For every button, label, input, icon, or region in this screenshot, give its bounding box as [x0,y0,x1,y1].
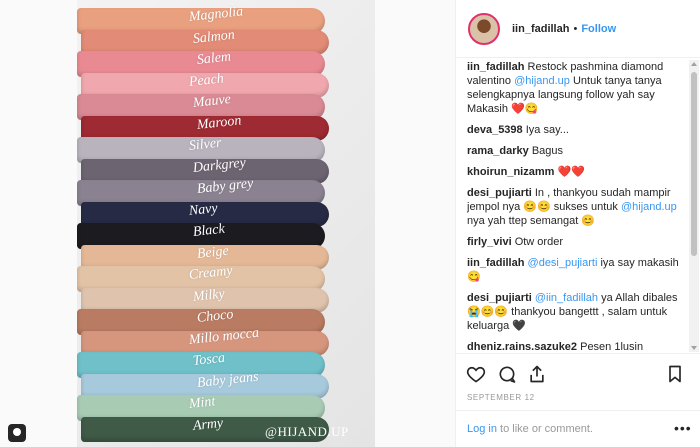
fabric-color-label: Army [192,415,224,434]
comment-username[interactable]: desi_pujiarti [467,292,532,304]
comment-username[interactable]: iin_fadillah [467,61,524,73]
mention-link[interactable]: @iin_fadillah [535,292,598,304]
fabric-color-label: Navy [188,200,219,219]
photo-watermark: @HIJAND.UP [265,424,349,439]
post-date: September 12 [467,393,535,402]
comment-username[interactable]: dheniz.rains.sazuke2 [467,341,577,350]
user-tag-icon[interactable] [8,424,26,442]
header-username[interactable]: iin_fadillah [512,23,569,35]
fabric-color-label: Silver [188,135,223,154]
fabric-color-label: Milky [192,286,226,305]
comment-username[interactable]: iin_fadillah [467,257,524,269]
scroll-up-icon[interactable] [691,62,697,66]
comment-item: desi_pujiarti In , thankyou sudah mampir… [467,186,687,228]
heart-icon[interactable] [466,364,486,384]
mention-link[interactable]: @hijand.up [514,75,570,87]
avatar[interactable] [468,12,500,45]
post-header: iin_fadillah • Follow [456,0,700,58]
fabric-color-label: Peach [188,70,225,90]
comment-text: Bagus [528,145,564,157]
scroll-thumb[interactable] [691,72,697,256]
bookmark-icon[interactable] [665,364,685,384]
post-actions [455,353,700,393]
comment-item: dheniz.rains.sazuke2 Pesen 1lusin [467,340,687,350]
comment-item: khoirun_nizamm ❤️❤️ [467,165,687,179]
scroll-down-icon[interactable] [691,346,697,350]
follow-button[interactable]: Follow [581,23,616,35]
comment-item: iin_fadillah @desi_pujiarti iya say maka… [467,256,687,284]
comment-text: Iya say... [522,124,569,136]
mention-link[interactable]: @desi_pujiarti [528,257,598,269]
comment-text: Otw order [511,236,563,248]
mention-link[interactable]: @hijand.up [621,201,677,213]
comment-username[interactable]: desi_pujiarti [467,187,532,199]
comment-item: deva_5398 Iya say... [467,123,687,137]
comment-text: nya yah ttep semangat 😊 [467,215,596,227]
comment-item: firly_vivi Otw order [467,235,687,249]
comment-username[interactable]: khoirun_nizamm [467,166,554,178]
fabric-color-label: Tosca [192,350,226,369]
comment-item: iin_fadillah Restock pashmina diamond va… [467,60,687,116]
share-icon[interactable] [527,364,547,384]
more-options-icon[interactable]: ••• [674,420,692,436]
comment-username[interactable]: rama_darky [467,145,529,157]
login-link[interactable]: Log in [467,423,497,435]
comment-text: Pesen 1lusin [577,341,644,350]
comments-list: iin_fadillah Restock pashmina diamond va… [467,60,687,350]
comment-text: ❤️❤️ [554,166,585,178]
comments-scrollbar[interactable] [689,60,699,352]
post-image: Magnolia Salmon Salem Peach Mauve Maroon Silve… [77,0,375,447]
comment-item: rama_darky Bagus [467,144,687,158]
fabric-color-label: Beige [196,243,230,262]
comment-username[interactable]: firly_vivi [467,236,512,248]
login-prompt-text: to like or comment. [496,423,593,435]
comment-item: desi_pujiarti @iin_fadillah ya Allah dib… [467,291,687,333]
comment-icon[interactable] [497,364,517,384]
fabric-color-label: Mint [188,394,217,412]
comment-username[interactable]: deva_5398 [467,124,523,136]
login-footer: Log in to like or comment. [455,410,700,447]
separator-dot: • [573,22,578,35]
fabric-color-label: Black [192,221,226,240]
